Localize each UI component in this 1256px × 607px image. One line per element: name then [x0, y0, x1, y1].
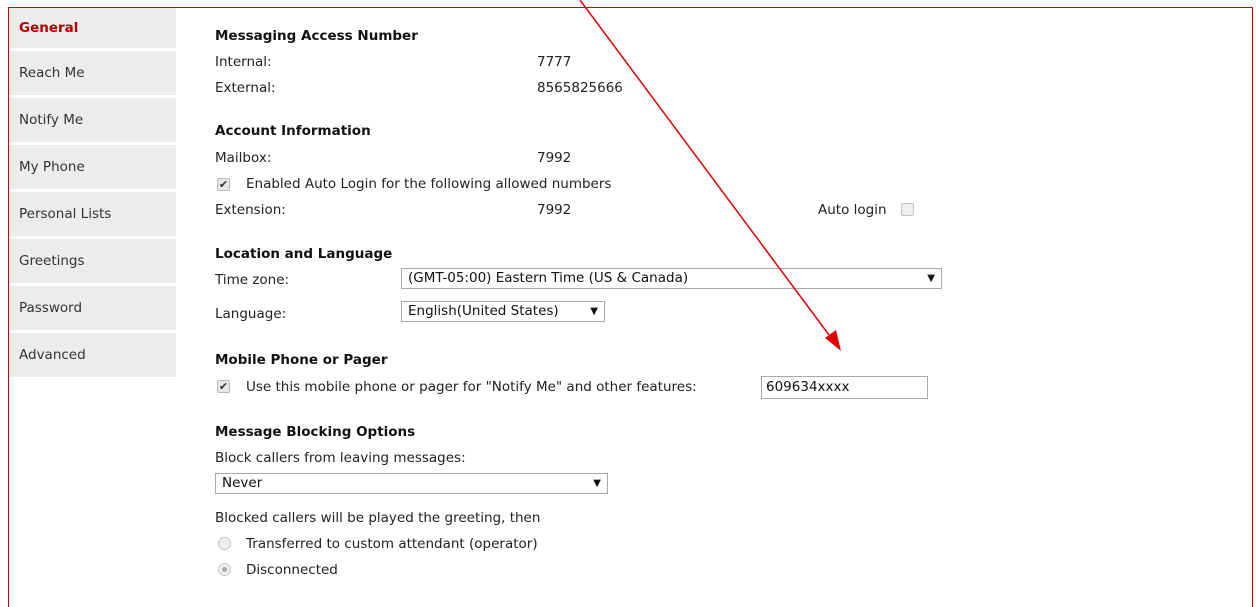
mobile-notify-checkbox[interactable]: ✔ — [217, 380, 230, 393]
language-select-value: English(United States) — [408, 303, 559, 319]
sidebar-item-greetings[interactable]: Greetings — [9, 239, 176, 283]
block-callers-select-value: Never — [222, 475, 263, 491]
mailbox-label: Mailbox: — [215, 150, 272, 166]
transfer-attendant-label: Transferred to custom attendant (operato… — [246, 536, 538, 552]
sidebar-item-notify-me[interactable]: Notify Me — [9, 98, 176, 142]
disconnected-radio[interactable] — [218, 563, 231, 576]
auto-login-checkbox-label: Enabled Auto Login for the following all… — [246, 176, 612, 192]
timezone-label: Time zone: — [215, 272, 290, 288]
mobile-number-input[interactable]: 609634xxxx — [761, 376, 928, 399]
dropdown-arrow-icon: ▼ — [590, 306, 598, 317]
auto-login-checkbox[interactable]: ✔ — [217, 178, 230, 191]
mobile-phone-heading: Mobile Phone or Pager — [215, 352, 388, 368]
mailbox-value: 7992 — [537, 150, 572, 166]
external-value: 8565825666 — [537, 80, 623, 96]
sidebar-item-general[interactable]: General — [9, 8, 176, 48]
language-label: Language: — [215, 306, 287, 322]
sidebar: General Reach Me Notify Me My Phone Pers… — [9, 8, 176, 380]
extension-auto-login-checkbox[interactable] — [901, 203, 914, 216]
extension-value: 7992 — [537, 202, 572, 218]
disconnected-label: Disconnected — [246, 562, 338, 578]
external-label: External: — [215, 80, 276, 96]
block-callers-label: Block callers from leaving messages: — [215, 450, 466, 466]
extension-label: Extension: — [215, 202, 286, 218]
auto-login-label: Auto login — [818, 202, 887, 218]
dropdown-arrow-icon: ▼ — [927, 273, 935, 284]
message-blocking-heading: Message Blocking Options — [215, 424, 416, 440]
content-frame — [8, 7, 1253, 607]
sidebar-item-my-phone[interactable]: My Phone — [9, 145, 176, 189]
sidebar-item-reach-me[interactable]: Reach Me — [9, 51, 176, 95]
mobile-notify-checkbox-label: Use this mobile phone or pager for "Noti… — [246, 379, 697, 395]
transfer-attendant-radio[interactable] — [218, 537, 231, 550]
sidebar-item-advanced[interactable]: Advanced — [9, 333, 176, 377]
timezone-select[interactable]: (GMT-05:00) Eastern Time (US & Canada) ▼ — [401, 268, 942, 289]
block-callers-select[interactable]: Never ▼ — [215, 473, 608, 494]
location-language-heading: Location and Language — [215, 246, 393, 262]
internal-label: Internal: — [215, 54, 272, 70]
messaging-access-heading: Messaging Access Number — [215, 28, 418, 44]
dropdown-arrow-icon: ▼ — [593, 478, 601, 489]
sidebar-item-personal-lists[interactable]: Personal Lists — [9, 192, 176, 236]
sidebar-item-password[interactable]: Password — [9, 286, 176, 330]
account-info-heading: Account Information — [215, 123, 371, 139]
blocked-callers-played-label: Blocked callers will be played the greet… — [215, 510, 541, 526]
language-select[interactable]: English(United States) ▼ — [401, 301, 605, 322]
timezone-select-value: (GMT-05:00) Eastern Time (US & Canada) — [408, 270, 689, 286]
internal-value: 7777 — [537, 54, 572, 70]
